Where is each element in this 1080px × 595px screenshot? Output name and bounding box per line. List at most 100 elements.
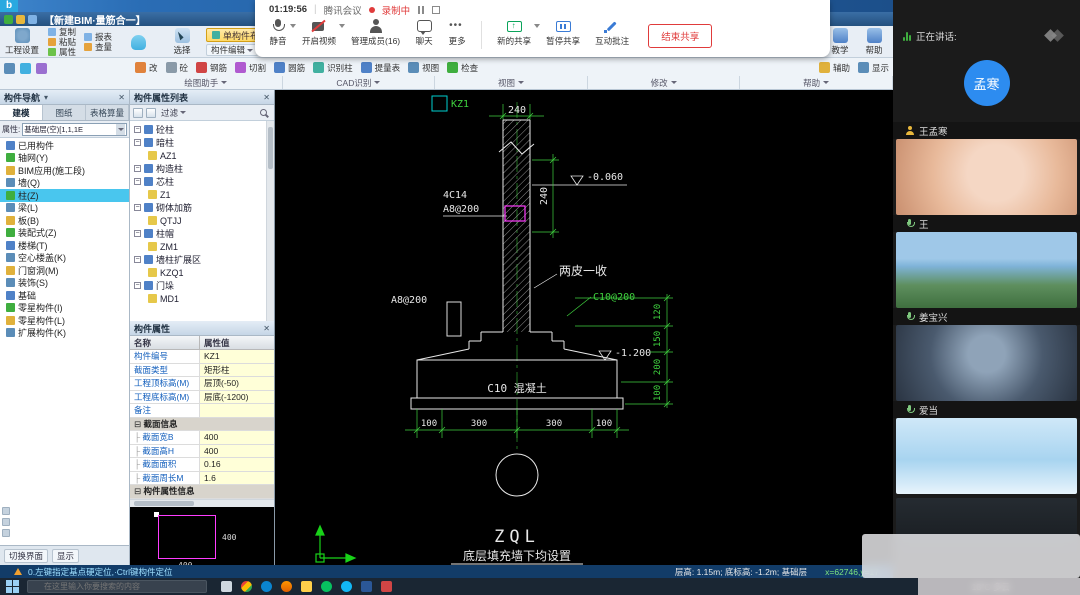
chevron-down-icon[interactable] <box>534 24 541 28</box>
cloud-summary-button[interactable] <box>118 27 158 57</box>
nav-item[interactable]: 楼梯(T) <box>0 239 129 252</box>
property-value[interactable]: 矩形柱 <box>200 363 274 376</box>
property-value[interactable]: 0.16 <box>200 458 274 471</box>
toolbar-button[interactable]: 钢筋 <box>196 62 227 74</box>
component-tree-item[interactable]: 柱帽 <box>130 227 274 240</box>
wechat-icon[interactable] <box>321 581 332 592</box>
nav-item[interactable]: 扩展构件(K) <box>0 327 129 340</box>
toolbar-small-button[interactable]: 属性 <box>46 47 78 57</box>
nav-item[interactable]: 基础 <box>0 289 129 302</box>
panel-pin-icon[interactable] <box>44 93 48 102</box>
property-value[interactable] <box>200 404 274 417</box>
sort-icon[interactable] <box>146 107 156 118</box>
titlebar-open-icon[interactable] <box>28 14 37 24</box>
stop-recording-button[interactable] <box>432 5 441 14</box>
property-row[interactable]: 截面类型 矩形柱 <box>130 363 274 377</box>
meeting-button[interactable]: 开启视频 <box>302 19 346 47</box>
collapse-icon[interactable] <box>134 204 141 211</box>
component-tree-item[interactable]: QTJJ <box>130 214 274 227</box>
property-value[interactable]: 层顶(-50) <box>200 377 274 390</box>
nav-item[interactable]: BIM应用(施工段) <box>0 164 129 177</box>
end-share-button[interactable]: 结束共享 <box>648 24 713 48</box>
participant-video-tile[interactable] <box>896 139 1077 215</box>
meeting-button[interactable]: 管理成员(16) <box>351 19 400 47</box>
meeting-share-button[interactable]: 暂停共享 <box>546 19 580 47</box>
participant-name-row[interactable]: 王孟寒 <box>893 122 1080 139</box>
property-row[interactable]: 构件编号 KZ1 <box>130 350 274 364</box>
select-tool-button[interactable]: 选择 <box>162 27 202 57</box>
toolbar-button[interactable]: 检查 <box>447 62 478 74</box>
collapse-icon[interactable] <box>134 282 141 289</box>
meeting-app-icon[interactable] <box>381 581 392 592</box>
component-tree-item[interactable]: 暗柱 <box>130 136 274 149</box>
search-icon[interactable] <box>260 109 267 116</box>
collapse-icon[interactable] <box>134 139 141 146</box>
layers-icon[interactable] <box>36 62 47 74</box>
search-input[interactable] <box>27 580 207 593</box>
component-tree-item[interactable]: 芯柱 <box>130 175 274 188</box>
dock-button[interactable] <box>2 518 10 526</box>
nav-item[interactable]: 梁(L) <box>0 202 129 215</box>
property-value[interactable]: 层底(-1200) <box>200 390 274 403</box>
chevron-down-icon[interactable] <box>116 123 125 135</box>
toolbar-button[interactable]: 切割 <box>235 62 266 74</box>
nav-item[interactable]: 零星构件(L) <box>0 314 129 327</box>
toolbar-button[interactable]: 显示 <box>857 62 889 74</box>
participant-video-tile[interactable] <box>896 232 1077 308</box>
component-tree-item[interactable]: ZM1 <box>130 240 274 253</box>
navigator-tab[interactable]: 建模 <box>0 105 43 120</box>
property-row[interactable]: 备注 <box>130 404 274 418</box>
chrome-icon[interactable] <box>241 581 252 592</box>
dock-button[interactable] <box>2 529 10 537</box>
nav-item[interactable]: 板(B) <box>0 214 129 227</box>
property-row[interactable]: 截面高H 400 <box>130 444 274 458</box>
chevron-down-icon[interactable] <box>823 81 830 84</box>
component-tree-item[interactable]: 墙柱扩展区 <box>130 253 274 266</box>
toolbar-small-button[interactable]: 查量 <box>82 42 114 52</box>
chevron-down-icon[interactable] <box>670 81 677 84</box>
participant-name-row[interactable]: 王 <box>893 215 1080 232</box>
component-tree-item[interactable]: AZ1 <box>130 149 274 162</box>
meeting-button[interactable]: 更多 <box>448 19 466 47</box>
nav-item[interactable]: 装配式(Z) <box>0 227 129 240</box>
toolbar-button[interactable]: 识别柱 <box>313 62 353 74</box>
property-value[interactable]: 400 <box>200 431 274 444</box>
list-view-icon[interactable] <box>133 107 143 118</box>
component-tree-item[interactable]: 砼柱 <box>130 123 274 136</box>
qq-icon[interactable] <box>341 581 352 592</box>
collapse-icon[interactable] <box>134 256 141 263</box>
participant-video-tile[interactable] <box>896 325 1077 401</box>
titlebar-new-icon[interactable] <box>4 14 13 24</box>
property-value[interactable]: KZ1 <box>200 350 274 363</box>
firefox-icon[interactable] <box>281 581 292 592</box>
nav-item[interactable]: 门窗洞(M) <box>0 264 129 277</box>
chevron-down-icon[interactable] <box>221 81 228 84</box>
component-edit-button[interactable]: 构件编辑 <box>206 44 259 56</box>
component-tree-item[interactable]: MD1 <box>130 292 274 305</box>
refresh-icon[interactable] <box>20 62 31 74</box>
chevron-down-icon[interactable] <box>339 24 346 28</box>
property-value[interactable]: 1.6 <box>200 471 274 484</box>
property-row[interactable]: 截面面积 0.16 <box>130 458 274 472</box>
nav-item[interactable]: 轴网(Y) <box>0 152 129 165</box>
property-row[interactable]: 工程顶标高(M) 层顶(-50) <box>130 377 274 391</box>
toolbar-big-button[interactable]: 帮助 <box>859 27 889 57</box>
titlebar-save-icon[interactable] <box>16 14 25 24</box>
filter-dropdown[interactable]: 过滤 <box>161 107 187 119</box>
start-button[interactable] <box>6 580 19 593</box>
footer-button[interactable]: 切换界面 <box>4 548 49 563</box>
summary-icon[interactable] <box>4 62 15 74</box>
toolbar-button[interactable]: 砼 <box>165 62 188 74</box>
participant-name-row[interactable]: 爱当 <box>893 401 1080 418</box>
participant-name-row[interactable]: 姜宝兴 <box>893 308 1080 325</box>
toolbar-button[interactable]: 辅助 <box>818 62 850 74</box>
nav-item[interactable]: 墙(Q) <box>0 177 129 190</box>
panel-close-icon[interactable] <box>118 93 125 102</box>
toolbar-button[interactable]: 改 <box>135 62 158 74</box>
nav-item[interactable]: 装饰(S) <box>0 277 129 290</box>
nav-item[interactable]: 已用构件 <box>0 139 129 152</box>
active-speaker-avatar[interactable]: 孟寒 <box>963 60 1010 106</box>
chevron-down-icon[interactable] <box>374 81 381 84</box>
toolbar-button[interactable]: 提量表 <box>360 62 400 74</box>
word-icon[interactable] <box>361 581 372 592</box>
